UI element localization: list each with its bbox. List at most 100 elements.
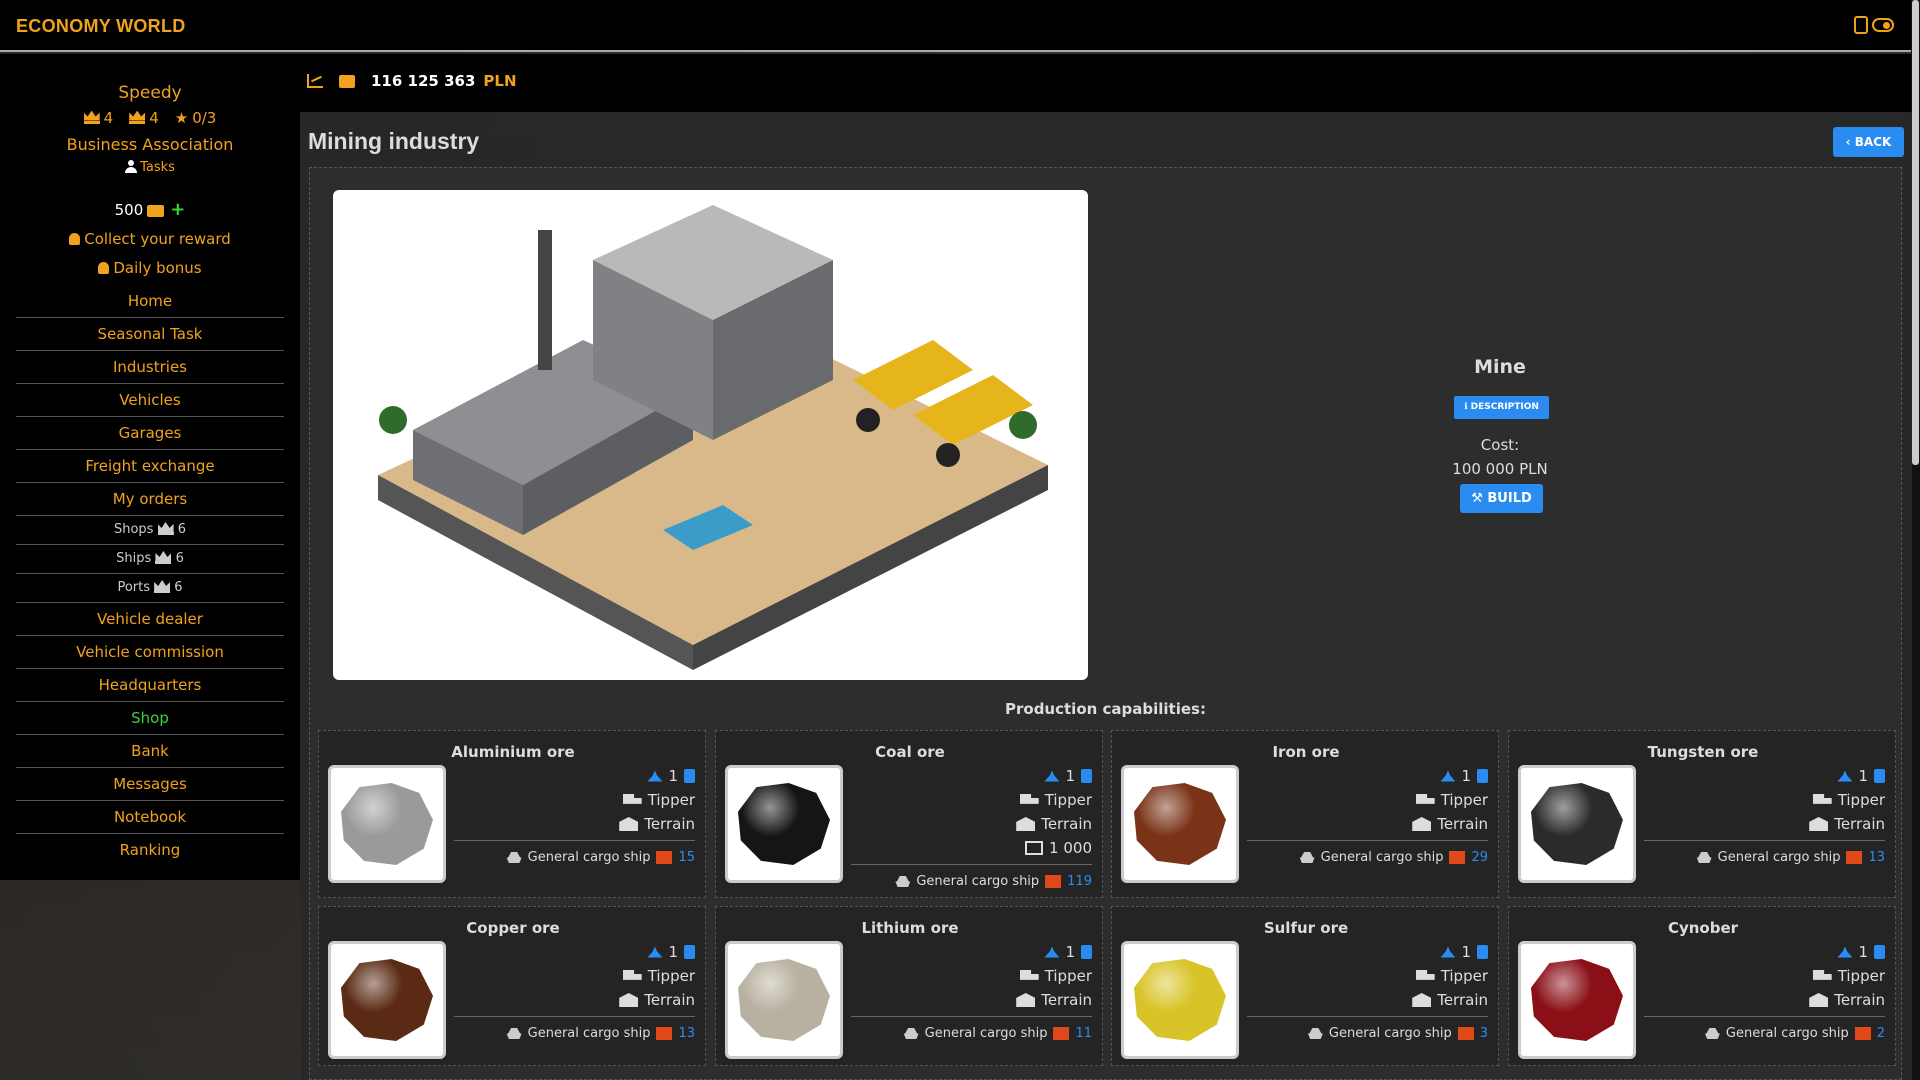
app-logo[interactable]: ECONOMY WORLD: [16, 16, 186, 37]
ore-icon: [1531, 783, 1623, 865]
scrollbar[interactable]: [1911, 0, 1920, 1080]
ship-count[interactable]: 11: [1075, 1026, 1092, 1041]
resource-name: Sulfur ore: [1263, 919, 1349, 937]
mine-illustration: [333, 190, 1088, 680]
vehicle-type: Tipper: [1044, 791, 1092, 809]
chart-icon[interactable]: [307, 74, 323, 88]
back-button[interactable]: ‹ BACK: [1833, 127, 1904, 157]
sidebar-item-freight-exchange[interactable]: Freight exchange: [16, 450, 284, 483]
tipper-truck-icon: [1812, 969, 1832, 980]
header-strip: [300, 54, 1911, 112]
sidebar-item-notebook[interactable]: Notebook: [16, 801, 284, 834]
clipboard-icon: [684, 769, 695, 783]
vehicle-row: Tipper: [1415, 967, 1488, 985]
collect-reward-link[interactable]: Collect your reward: [0, 230, 300, 248]
vehicle-row: Tipper: [1019, 967, 1092, 985]
storage-row: Terrain: [1016, 991, 1092, 1009]
ore-icon: [1134, 959, 1226, 1041]
storage-type: Terrain: [1834, 815, 1885, 833]
points-value: 500: [114, 201, 144, 219]
tipper-truck-icon: [1812, 793, 1832, 804]
divider: [1247, 840, 1488, 841]
scrollbar-thumb[interactable]: [1912, 0, 1919, 465]
resource-name: Tungsten ore: [1647, 743, 1759, 761]
ship-count[interactable]: 3: [1480, 1026, 1488, 1041]
ship-count[interactable]: 15: [678, 850, 695, 865]
ship-count[interactable]: 13: [1868, 850, 1885, 865]
person-icon: [125, 160, 138, 173]
sidebar-item-ports[interactable]: Ports 6: [16, 574, 284, 603]
resource-card[interactable]: Lithium ore 1 Tipper Terrain General car…: [715, 906, 1103, 1066]
ship-row: General cargo ship 2: [1704, 1026, 1885, 1041]
resource-card[interactable]: Tungsten ore 1 Tipper Terrain General ca…: [1508, 730, 1896, 898]
chevron-left-icon: ‹: [1845, 135, 1855, 149]
username[interactable]: Speedy: [0, 83, 300, 103]
warehouse-icon: [1809, 817, 1829, 831]
sidebar-item-vehicle-dealer[interactable]: Vehicle dealer: [16, 603, 284, 636]
sidebar-item-bank[interactable]: Bank: [16, 735, 284, 768]
sidebar-item-headquarters[interactable]: Headquarters: [16, 669, 284, 702]
sidebar-item-vehicles[interactable]: Vehicles: [16, 384, 284, 417]
ship-count[interactable]: 29: [1471, 850, 1488, 865]
sidebar-item-home[interactable]: Home: [16, 285, 284, 318]
storage-type: Terrain: [1041, 815, 1092, 833]
sidebar-item-industries[interactable]: Industries: [16, 351, 284, 384]
storage-row: Terrain: [1412, 815, 1488, 833]
association-link[interactable]: Business Association: [0, 135, 300, 154]
add-points-button[interactable]: +: [170, 199, 185, 220]
storage-type: Terrain: [644, 815, 695, 833]
build-button[interactable]: ⚒ BUILD: [1460, 484, 1543, 513]
storage-type: Terrain: [1041, 991, 1092, 1009]
divider: [851, 864, 1092, 865]
workers-count: 1: [1461, 943, 1471, 961]
points-display: 500 +: [0, 199, 300, 220]
production-title: Production capabilities:: [1005, 700, 1206, 718]
daily-bonus-link[interactable]: Daily bonus: [0, 259, 300, 277]
resource-card[interactable]: Sulfur ore 1 Tipper Terrain General carg…: [1111, 906, 1499, 1066]
description-button[interactable]: ℹ DESCRIPTION: [1454, 396, 1549, 419]
sidebar-item-my-orders[interactable]: My orders: [16, 483, 284, 516]
storage-row: Terrain: [1412, 991, 1488, 1009]
resource-name: Cynober: [1667, 919, 1739, 937]
radio-icon[interactable]: [1854, 16, 1868, 34]
theme-toggle-icon[interactable]: [1872, 18, 1894, 32]
tasks-link[interactable]: Tasks: [0, 160, 300, 175]
resource-card[interactable]: Aluminium ore 1 Tipper Terrain General c…: [318, 730, 706, 898]
tipper-truck-icon: [622, 793, 642, 804]
sidebar-item-shops[interactable]: Shops 6: [16, 516, 284, 545]
ore-icon: [738, 783, 830, 865]
rank-row: 4 4 ★ 0/3: [0, 109, 300, 127]
wallet-icon[interactable]: [339, 74, 355, 88]
resource-card[interactable]: Iron ore 1 Tipper Terrain General cargo …: [1111, 730, 1499, 898]
sidebar-item-messages[interactable]: Messages: [16, 768, 284, 801]
sidebar-item-garages[interactable]: Garages: [16, 417, 284, 450]
workers-count: 1: [1065, 767, 1075, 785]
ore-icon: [341, 959, 433, 1041]
workers-icon: [1440, 946, 1456, 958]
tipper-truck-icon: [1415, 793, 1435, 804]
warehouse-icon: [619, 993, 639, 1007]
ship-icon: [895, 876, 911, 887]
storage-row: Terrain: [619, 991, 695, 1009]
divider: [1644, 840, 1885, 841]
ship-row: General cargo ship 29: [1299, 850, 1488, 865]
ship-count[interactable]: 13: [678, 1026, 695, 1041]
sidebar-item-ships[interactable]: Ships 6: [16, 545, 284, 574]
ship-count[interactable]: 2: [1877, 1026, 1885, 1041]
warehouse-icon: [619, 817, 639, 831]
sidebar-item-seasonal-task[interactable]: Seasonal Task: [16, 318, 284, 351]
sidebar-item-ranking[interactable]: Ranking: [16, 834, 284, 867]
sidebar-item-vehicle-commission[interactable]: Vehicle commission: [16, 636, 284, 669]
resource-card[interactable]: Cynober 1 Tipper Terrain General cargo s…: [1508, 906, 1896, 1066]
sidebar-item-shop[interactable]: Shop: [16, 702, 284, 735]
cargo-icon: [1846, 851, 1863, 864]
ship-icon: [506, 852, 522, 863]
cargo-icon: [1045, 875, 1062, 888]
cargo-icon: [1053, 1027, 1070, 1040]
ship-count[interactable]: 119: [1067, 874, 1092, 889]
resource-card[interactable]: Copper ore 1 Tipper Terrain General carg…: [318, 906, 706, 1066]
resource-card[interactable]: Coal ore 1 Tipper Terrain 1 000 General …: [715, 730, 1103, 898]
hat-icon: [129, 113, 146, 124]
storage-type: Terrain: [1834, 991, 1885, 1009]
clipboard-icon: [684, 945, 695, 959]
